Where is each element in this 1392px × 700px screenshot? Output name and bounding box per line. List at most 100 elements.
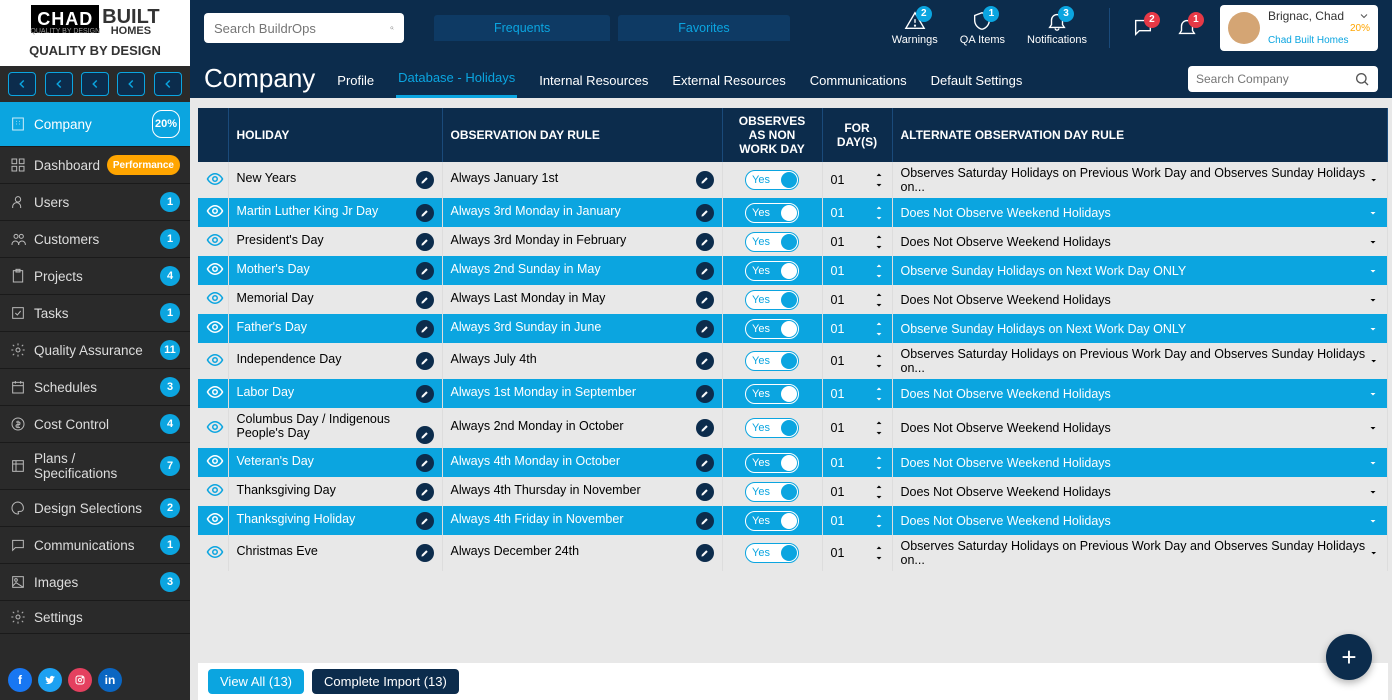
visibility-icon[interactable] — [206, 383, 224, 401]
alt-rule-select[interactable]: Does Not Observe Weekend Holidays — [901, 485, 1380, 499]
observes-toggle[interactable]: Yes — [745, 511, 799, 531]
alt-rule-select[interactable]: Observe Sunday Holidays on Next Work Day… — [901, 322, 1380, 336]
edit-icon[interactable] — [416, 483, 434, 501]
edit-icon[interactable] — [416, 204, 434, 222]
days-stepper[interactable] — [874, 232, 884, 252]
observes-toggle[interactable]: Yes — [745, 543, 799, 563]
edit-icon[interactable] — [416, 291, 434, 309]
sidebar-item-settings[interactable]: Settings — [0, 601, 190, 634]
edit-icon[interactable] — [416, 544, 434, 562]
edit-icon[interactable] — [416, 320, 434, 338]
nav-back-4[interactable] — [117, 72, 145, 96]
edit-icon[interactable] — [416, 512, 434, 530]
user-menu[interactable]: Brignac, Chad 20% Chad Built Homes — [1220, 5, 1378, 51]
messages-button[interactable]: 2 — [1132, 16, 1154, 40]
tab-communications[interactable]: Communications — [808, 63, 909, 98]
edit-icon[interactable] — [416, 454, 434, 472]
days-stepper[interactable] — [874, 319, 884, 339]
nav-back-1[interactable] — [8, 72, 36, 96]
sidebar-item-schedules[interactable]: Schedules 3 — [0, 369, 190, 406]
company-search-input[interactable] — [1196, 72, 1354, 86]
days-stepper[interactable] — [874, 261, 884, 281]
nav-back-5[interactable] — [154, 72, 182, 96]
edit-icon[interactable] — [696, 454, 714, 472]
days-stepper[interactable] — [874, 290, 884, 310]
visibility-icon[interactable] — [206, 289, 224, 307]
observes-toggle[interactable]: Yes — [745, 203, 799, 223]
sidebar-item-plans[interactable]: Plans / Specifications 7 — [0, 443, 190, 490]
warnings-button[interactable]: 2 Warnings — [892, 10, 938, 46]
nav-back-3[interactable] — [81, 72, 109, 96]
edit-icon[interactable] — [696, 262, 714, 280]
tab-favorites[interactable]: Favorites — [618, 15, 789, 41]
tab-internal[interactable]: Internal Resources — [537, 63, 650, 98]
tab-external[interactable]: External Resources — [670, 63, 787, 98]
edit-icon[interactable] — [696, 291, 714, 309]
days-stepper[interactable] — [874, 543, 884, 563]
edit-icon[interactable] — [416, 262, 434, 280]
visibility-icon[interactable] — [206, 481, 224, 499]
add-button[interactable]: + — [1326, 634, 1372, 680]
col-alt[interactable]: ALTERNATE OBSERVATION DAY RULE — [892, 108, 1388, 162]
sidebar-item-cost[interactable]: Cost Control 4 — [0, 406, 190, 443]
alt-rule-select[interactable]: Does Not Observe Weekend Holidays — [901, 293, 1380, 307]
alt-rule-select[interactable]: Does Not Observe Weekend Holidays — [901, 514, 1380, 528]
sidebar-item-qa[interactable]: Quality Assurance 11 — [0, 332, 190, 369]
observes-toggle[interactable]: Yes — [745, 170, 799, 190]
col-observes[interactable]: OBSERVES AS NON WORK DAY — [722, 108, 822, 162]
visibility-icon[interactable] — [206, 452, 224, 470]
complete-import-button[interactable]: Complete Import (13) — [312, 669, 459, 694]
sidebar-item-images[interactable]: Images 3 — [0, 564, 190, 601]
tab-profile[interactable]: Profile — [335, 63, 376, 98]
search-input[interactable] — [214, 21, 390, 36]
days-stepper[interactable] — [874, 418, 884, 438]
edit-icon[interactable] — [696, 204, 714, 222]
sidebar-item-communications[interactable]: Communications 1 — [0, 527, 190, 564]
tab-frequents[interactable]: Frequents — [434, 15, 610, 41]
observes-toggle[interactable]: Yes — [745, 261, 799, 281]
days-stepper[interactable] — [874, 453, 884, 473]
alerts-button[interactable]: 1 — [1176, 16, 1198, 40]
visibility-icon[interactable] — [206, 510, 224, 528]
alt-rule-select[interactable]: Observes Saturday Holidays on Previous W… — [901, 347, 1380, 375]
observes-toggle[interactable]: Yes — [745, 290, 799, 310]
days-stepper[interactable] — [874, 511, 884, 531]
days-stepper[interactable] — [874, 203, 884, 223]
notifications-button[interactable]: 3 Notifications — [1027, 10, 1087, 46]
edit-icon[interactable] — [696, 320, 714, 338]
col-holiday[interactable]: HOLIDAY — [228, 108, 442, 162]
col-rule[interactable]: OBSERVATION DAY RULE — [442, 108, 722, 162]
sidebar-item-projects[interactable]: Projects 4 — [0, 258, 190, 295]
visibility-icon[interactable] — [206, 543, 224, 561]
sidebar-item-users[interactable]: Users 1 — [0, 184, 190, 221]
col-days[interactable]: FOR DAY(S) — [822, 108, 892, 162]
visibility-icon[interactable] — [206, 351, 224, 369]
sidebar-item-customers[interactable]: Customers 1 — [0, 221, 190, 258]
instagram-icon[interactable] — [68, 668, 92, 692]
alt-rule-select[interactable]: Observe Sunday Holidays on Next Work Day… — [901, 264, 1380, 278]
observes-toggle[interactable]: Yes — [745, 482, 799, 502]
visibility-icon[interactable] — [206, 418, 224, 436]
alt-rule-select[interactable]: Observes Saturday Holidays on Previous W… — [901, 166, 1380, 194]
visibility-icon[interactable] — [206, 202, 224, 220]
alt-rule-select[interactable]: Does Not Observe Weekend Holidays — [901, 456, 1380, 470]
edit-icon[interactable] — [696, 483, 714, 501]
visibility-icon[interactable] — [206, 170, 224, 188]
days-stepper[interactable] — [874, 351, 884, 371]
edit-icon[interactable] — [696, 352, 714, 370]
observes-toggle[interactable]: Yes — [745, 232, 799, 252]
observes-toggle[interactable]: Yes — [745, 453, 799, 473]
observes-toggle[interactable]: Yes — [745, 319, 799, 339]
edit-icon[interactable] — [696, 233, 714, 251]
edit-icon[interactable] — [696, 385, 714, 403]
tab-database[interactable]: Database - Holidays — [396, 60, 517, 98]
sidebar-item-tasks[interactable]: Tasks 1 — [0, 295, 190, 332]
sidebar-item-company[interactable]: Company 20% — [0, 102, 190, 147]
tab-defaults[interactable]: Default Settings — [929, 63, 1025, 98]
facebook-icon[interactable]: f — [8, 668, 32, 692]
nav-back-2[interactable] — [45, 72, 73, 96]
days-stepper[interactable] — [874, 384, 884, 404]
alt-rule-select[interactable]: Does Not Observe Weekend Holidays — [901, 235, 1380, 249]
edit-icon[interactable] — [696, 544, 714, 562]
edit-icon[interactable] — [416, 171, 434, 189]
